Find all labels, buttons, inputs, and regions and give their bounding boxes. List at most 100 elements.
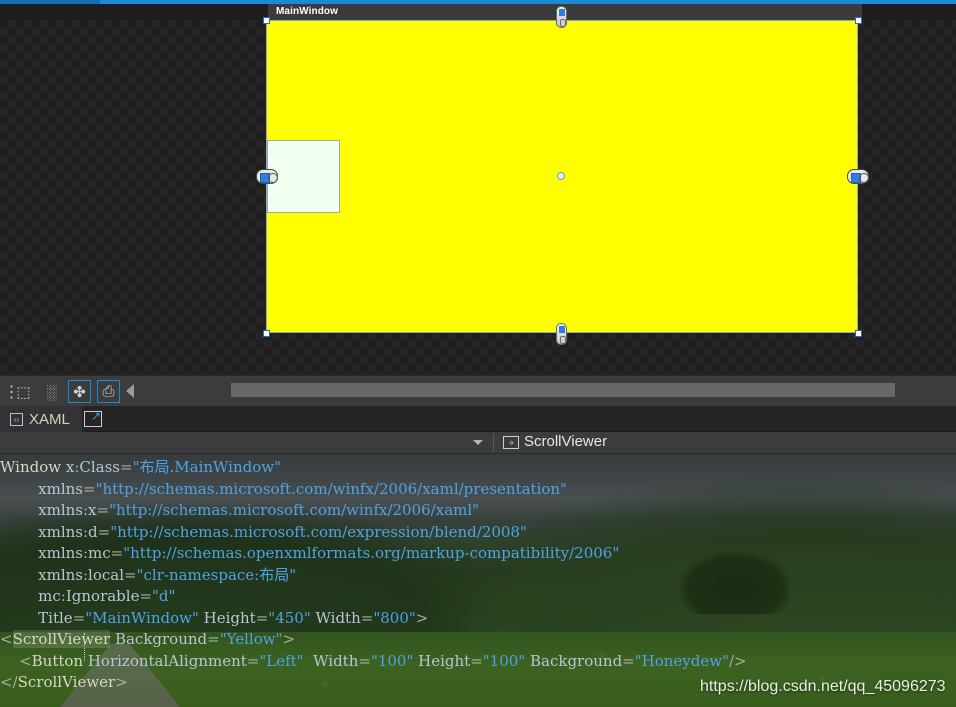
code-line: mc:Ignorable="d": [0, 586, 956, 608]
horizontal-alignment-adorner-right[interactable]: [847, 169, 869, 184]
resize-handle-bottom-left[interactable]: [263, 330, 270, 337]
code-line: xmlns:x="http://schemas.microsoft.com/wi…: [0, 500, 956, 522]
code-token: "800": [373, 608, 416, 627]
center-alignment-marker[interactable]: [557, 172, 565, 180]
code-token: =: [255, 608, 269, 627]
code-token: ScrollViewer: [17, 673, 116, 691]
code-token: =: [97, 522, 111, 541]
selected-element-name[interactable]: ScrollViewer: [524, 433, 607, 450]
popout-designer-icon[interactable]: ↗: [84, 409, 102, 427]
code-line: Window x:Class="布局.MainWindow": [0, 457, 956, 479]
code-token: xmlns: [0, 522, 83, 541]
code-token: =: [96, 501, 110, 519]
code-token: =: [120, 458, 133, 476]
code-token: =: [110, 544, 124, 562]
code-token: =: [360, 608, 374, 627]
code-token: <: [0, 651, 32, 670]
xaml-code-icon: ‹›: [10, 412, 23, 426]
code-token: >: [282, 630, 296, 648]
horizontal-alignment-adorner-left[interactable]: [256, 169, 278, 184]
editor-tabstrip: [0, 406, 956, 432]
code-token: =: [246, 651, 260, 670]
resize-handle-top-left[interactable]: [263, 17, 270, 24]
resize-handle-top-right[interactable]: [855, 17, 862, 24]
code-token: xmlns: [0, 501, 83, 519]
code-token: />: [729, 651, 747, 670]
code-token: "450": [268, 608, 311, 627]
snap-to-snaplines-icon[interactable]: ⎙: [97, 380, 120, 403]
code-token: "http://schemas.microsoft.com/expression…: [110, 522, 527, 541]
code-token: HorizontalAlignment: [83, 651, 247, 670]
member-bar-divider: [493, 434, 494, 452]
code-token: x: [61, 458, 75, 476]
code-token: "MainWindow": [85, 608, 199, 627]
code-line: Title="MainWindow" Height="450" Width="8…: [0, 608, 956, 630]
code-token: =: [139, 587, 153, 605]
code-token: =: [124, 565, 137, 584]
code-token: Background: [110, 630, 208, 648]
xaml-source-text[interactable]: Window x:Class="布局.MainWindow" xmlns="ht…: [0, 454, 956, 707]
member-dropdown-caret-icon[interactable]: [473, 440, 483, 445]
code-token: "Honeydew": [634, 651, 729, 670]
code-line: xmlns:local="clr-namespace:布局": [0, 565, 956, 587]
code-token: Ignorable: [65, 587, 140, 605]
code-token: Width: [303, 651, 359, 670]
code-token: d: [88, 522, 98, 541]
code-token: x: [88, 501, 97, 519]
code-token: xmlns: [0, 544, 83, 562]
code-token: "布局.MainWindow": [132, 458, 282, 476]
tab-xaml-label: XAML: [29, 410, 70, 428]
code-token: =: [470, 651, 483, 670]
artboard-icon[interactable]: ⬚: [12, 380, 35, 403]
popout-arrow-icon: ↗: [91, 409, 102, 423]
designer-hscrollbar-thumb[interactable]: [231, 383, 895, 397]
code-token: >: [415, 608, 429, 627]
code-token: =: [622, 651, 635, 670]
code-line: xmlns="http://schemas.microsoft.com/winf…: [0, 479, 956, 501]
tab-xaml[interactable]: ‹› XAML: [0, 406, 82, 432]
code-token: Button: [31, 651, 84, 670]
code-line: xmlns:mc="http://schemas.openxmlformats.…: [0, 543, 956, 565]
code-line: <ScrollViewer Background="Yellow">: [0, 629, 956, 651]
code-token: </: [0, 673, 18, 691]
code-token: Height: [413, 651, 471, 670]
resize-handle-bottom-right[interactable]: [855, 330, 862, 337]
code-token: =: [358, 651, 371, 670]
code-token: "http://schemas.openxmlformats.org/marku…: [123, 544, 620, 562]
code-token: Window: [0, 458, 62, 476]
code-line: <Button HorizontalAlignment="Left" Width…: [0, 651, 956, 673]
code-token: =: [72, 608, 86, 627]
code-token: Title: [0, 608, 73, 627]
designer-top-band-right: [862, 4, 956, 20]
snap-to-grid-icon[interactable]: ✤: [68, 380, 91, 403]
code-line: xmlns:d="http://schemas.microsoft.com/ex…: [0, 522, 956, 544]
code-token: Width: [310, 608, 361, 627]
vertical-scroll-adorner-bottom[interactable]: [556, 323, 567, 345]
code-token: =: [82, 479, 96, 498]
code-token: "clr-namespace:布局": [136, 565, 297, 584]
effects-icon[interactable]: ░: [40, 380, 63, 403]
xaml-code-editor[interactable]: Window x:Class="布局.MainWindow" xmlns="ht…: [0, 454, 956, 707]
code-token: Height: [198, 608, 256, 627]
code-token: mc: [0, 587, 61, 605]
designer-top-band-left: [0, 4, 268, 20]
visual-studio-wpf-designer: MainWindow ⋮ ⬚ ░ ✤ ⎙ ‹› XAML ↗ ‹› Scroll…: [0, 0, 956, 707]
selected-element-icon: ‹›: [503, 436, 519, 449]
code-token: "100": [370, 651, 414, 670]
vertical-scroll-adorner-top[interactable]: [556, 6, 567, 28]
code-token: local: [88, 565, 125, 584]
code-token: "Yellow": [219, 630, 283, 648]
preview-window-title: MainWindow: [276, 6, 339, 17]
collapse-pane-icon[interactable]: [126, 384, 134, 398]
code-token: xmlns: [0, 479, 83, 498]
code-token: Class: [79, 458, 121, 476]
code-token: <: [0, 630, 13, 648]
watermark-url: https://blog.csdn.net/qq_45096273: [700, 678, 946, 695]
code-token: "d": [152, 587, 176, 605]
code-token: ScrollViewer: [12, 630, 111, 648]
code-token: "http://schemas.microsoft.com/winfx/2006…: [95, 479, 567, 498]
code-token: =: [207, 630, 220, 648]
indent-guide: [84, 633, 85, 661]
code-token: "100": [482, 651, 526, 670]
code-token: "Left": [259, 651, 304, 670]
